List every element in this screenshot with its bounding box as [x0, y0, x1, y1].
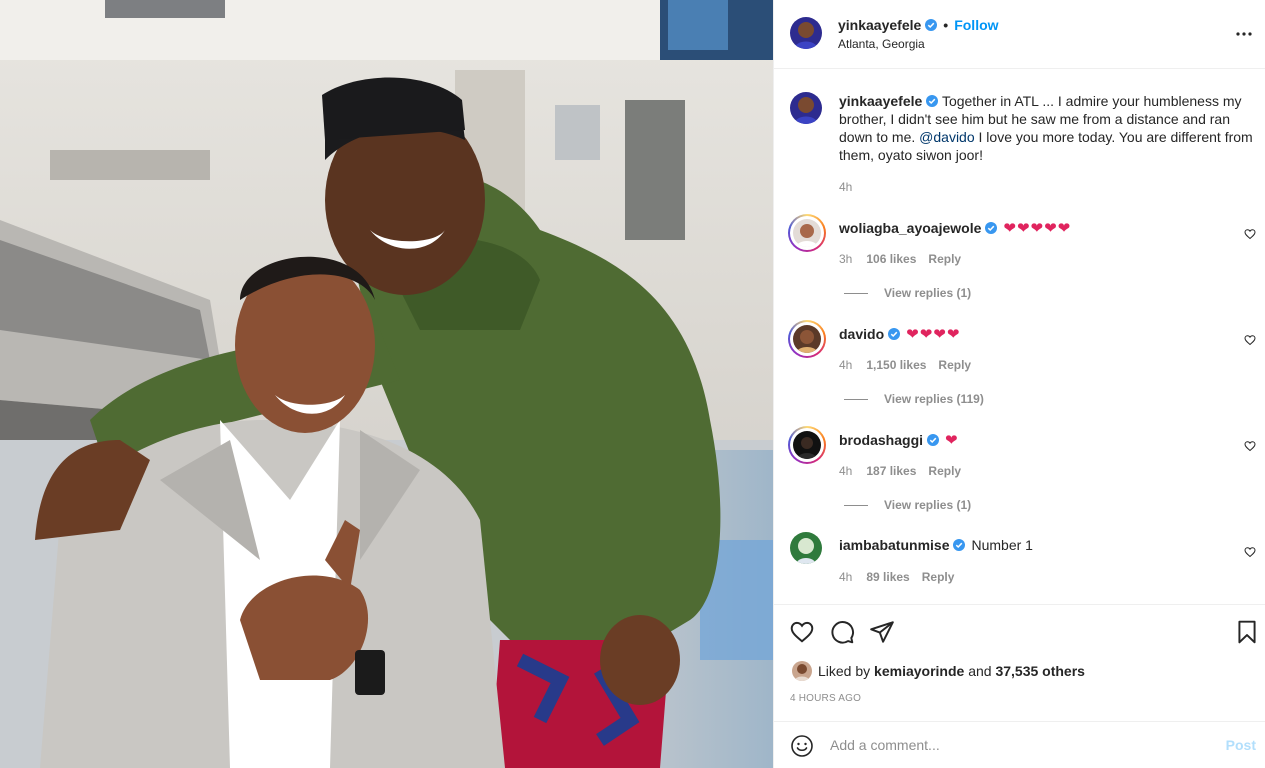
view-replies-button[interactable]: View replies (1) [844, 498, 971, 512]
comment-username[interactable]: brodashaggi [839, 432, 923, 448]
header-separator: • [943, 17, 949, 33]
comment-text: ❤ [945, 432, 959, 449]
post-comment-button[interactable]: Post [1226, 737, 1256, 753]
caption-username[interactable]: yinkaayefele [839, 93, 922, 109]
comment-meta: 4h 187 likes Reply [839, 464, 961, 478]
post-location[interactable]: Atlanta, Georgia [838, 37, 925, 51]
post-caption: yinkaayefele Together in ATL ... I admir… [839, 92, 1254, 164]
post-image [0, 0, 773, 768]
view-replies-label: View replies (1) [884, 286, 972, 300]
add-comment-input[interactable] [830, 733, 1210, 757]
comment-likes[interactable]: 1,150 likes [866, 358, 926, 372]
comment-avatar[interactable] [793, 431, 821, 459]
likes-prefix: Liked by [818, 663, 871, 679]
caption-avatar[interactable] [790, 92, 822, 124]
view-replies-label: View replies (119) [884, 392, 984, 406]
comment-username[interactable]: iambabatunmise [839, 537, 949, 553]
comment-meta: 4h 1,150 likes Reply [839, 358, 971, 372]
more-options-icon[interactable] [1236, 21, 1252, 47]
comment-username[interactable]: woliagba_ayoajewole [839, 220, 981, 236]
comment-like-heart-icon[interactable] [1244, 227, 1256, 240]
post-timestamp[interactable]: 4 HOURS AGO [790, 693, 861, 704]
comment-avatar[interactable] [793, 325, 821, 353]
view-replies-label: View replies (1) [884, 498, 972, 512]
comment-like-heart-icon[interactable] [1244, 333, 1256, 346]
like-heart-icon[interactable] [789, 619, 815, 645]
comment-like-heart-icon[interactable] [1244, 439, 1256, 452]
reply-button[interactable]: Reply [928, 252, 961, 266]
likes-summary: Liked by kemiayorinde and 37,535 others [792, 661, 1085, 681]
replies-divider [844, 505, 868, 507]
comment-avatar[interactable] [793, 219, 821, 247]
comment-username[interactable]: davido [839, 326, 884, 342]
comment-time[interactable]: 4h [839, 358, 852, 372]
view-replies-button[interactable]: View replies (119) [844, 392, 984, 406]
reply-button[interactable]: Reply [928, 464, 961, 478]
comment-time[interactable]: 3h [839, 252, 852, 266]
post-actions-section: Liked by kemiayorinde and 37,535 others … [774, 604, 1265, 721]
comment: iambabatunmise Number 1 [839, 537, 1033, 553]
comment-text: Number 1 [971, 537, 1033, 553]
verified-badge-icon [888, 328, 901, 340]
reply-button[interactable]: Reply [922, 570, 955, 584]
save-bookmark-icon[interactable] [1234, 619, 1260, 645]
comment-meta: 3h 106 likes Reply [839, 252, 961, 266]
likes-and: and [968, 663, 992, 679]
author-avatar[interactable] [790, 17, 822, 49]
reply-button[interactable]: Reply [938, 358, 971, 372]
comment-text: ❤❤❤❤❤ [1003, 220, 1072, 237]
comment-likes[interactable]: 106 likes [866, 252, 916, 266]
add-comment-bar: Post [774, 721, 1265, 768]
comment-time[interactable]: 4h [839, 464, 852, 478]
likes-others-link[interactable]: 37,535 others [995, 663, 1085, 679]
comment-like-heart-icon[interactable] [1244, 545, 1256, 558]
author-username[interactable]: yinkaayefele [838, 17, 921, 33]
emoji-smiley-icon[interactable] [790, 734, 814, 758]
verified-badge-icon [953, 539, 966, 551]
liker-username[interactable]: kemiayorinde [874, 663, 964, 679]
comment-time[interactable]: 4h [839, 570, 852, 584]
comment: davido ❤❤❤❤ [839, 325, 960, 343]
instagram-post: yinkaayefele • Follow Atlanta, Georgia yin… [0, 0, 1265, 768]
replies-divider [844, 293, 868, 295]
comment-avatar[interactable] [790, 532, 822, 564]
verified-badge-icon [925, 19, 938, 31]
verified-badge-icon [985, 222, 998, 234]
post-photo[interactable] [0, 0, 773, 768]
verified-badge-icon [927, 434, 940, 446]
comment-bubble-icon[interactable] [829, 619, 855, 645]
share-paper-plane-icon[interactable] [869, 619, 895, 645]
view-replies-button[interactable]: View replies (1) [844, 286, 971, 300]
caption-mention-link[interactable]: @davido [919, 129, 974, 145]
post-header: yinkaayefele • Follow Atlanta, Georgia [774, 0, 1265, 69]
comment: woliagba_ayoajewole ❤❤❤❤❤ [839, 219, 1071, 237]
caption-time[interactable]: 4h [839, 180, 852, 194]
verified-badge-icon [926, 95, 939, 107]
comment-likes[interactable]: 187 likes [866, 464, 916, 478]
comment-meta: 4h 89 likes Reply [839, 570, 954, 584]
liker-avatar[interactable] [792, 661, 812, 681]
comment-text: ❤❤❤❤ [906, 326, 961, 343]
post-side-panel: yinkaayefele • Follow Atlanta, Georgia yin… [773, 0, 1265, 768]
comments-list[interactable]: yinkaayefele Together in ATL ... I admir… [774, 70, 1265, 603]
follow-button[interactable]: Follow [954, 17, 998, 33]
replies-divider [844, 399, 868, 401]
comment: brodashaggi ❤ [839, 431, 959, 449]
comment-likes[interactable]: 89 likes [866, 570, 909, 584]
header-user-line: yinkaayefele • Follow [838, 17, 999, 33]
